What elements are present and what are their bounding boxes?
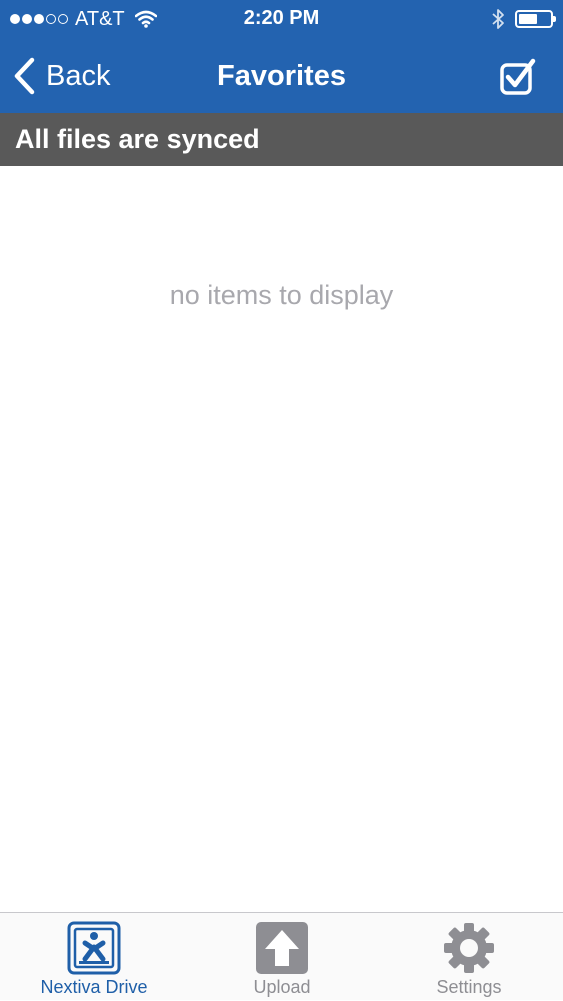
sync-status-banner: All files are synced: [0, 113, 563, 166]
status-time: 2:20 PM: [243, 7, 320, 29]
bluetooth-icon: [492, 9, 504, 29]
tab-label: Settings: [436, 977, 502, 997]
gear-icon: [444, 923, 494, 973]
header: AT&T 2:20 PM Back Favorites: [0, 0, 563, 113]
battery-fill: [519, 14, 537, 24]
status-right: [491, 8, 556, 30]
status-bar: AT&T 2:20 PM: [0, 0, 563, 38]
upload-icon: [256, 922, 308, 974]
nextiva-drive-icon: [67, 921, 121, 975]
checkbox-icon[interactable]: [499, 58, 537, 96]
tab-settings[interactable]: Settings: [375, 913, 563, 1001]
navigation-bar: Back Favorites: [0, 38, 563, 113]
tab-label: Upload: [253, 977, 311, 997]
empty-state-message: no items to display: [169, 280, 394, 310]
battery-cap: [553, 16, 556, 22]
tab-upload[interactable]: Upload: [188, 913, 376, 1001]
tab-bar: Nextiva Drive Upload Settings: [0, 912, 563, 1000]
tab-label: Nextiva Drive: [40, 977, 148, 997]
page-title: Favorites: [217, 60, 346, 92]
tab-nextiva-drive[interactable]: Nextiva Drive: [0, 913, 188, 1001]
battery-icon: [515, 10, 556, 28]
